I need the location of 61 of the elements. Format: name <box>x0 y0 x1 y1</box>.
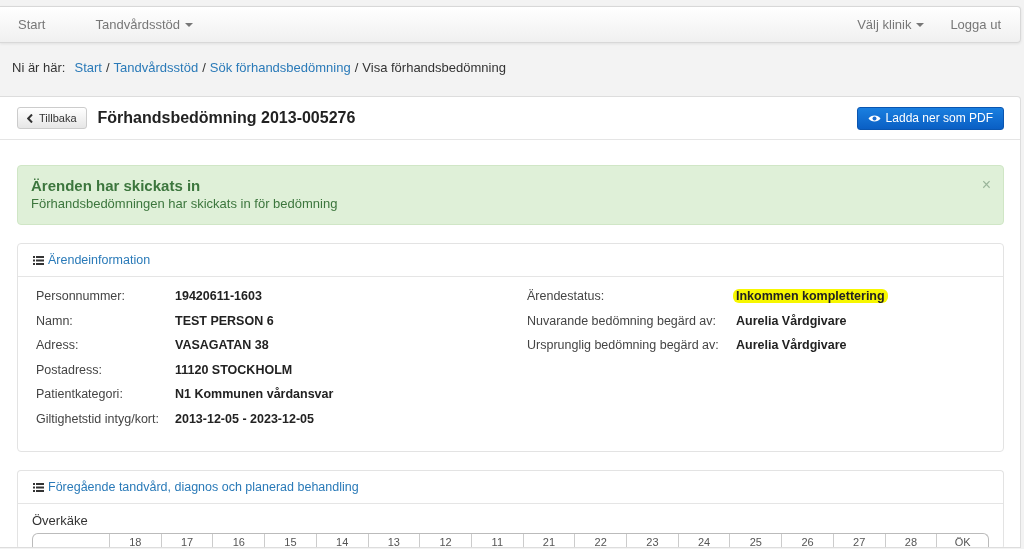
field-label: Postadress: <box>36 362 103 379</box>
eye-icon <box>867 113 881 123</box>
breadcrumb-link[interactable]: Tandvårdsstöd <box>113 60 199 81</box>
panel-title-link[interactable]: Föregående tandvård, diagnos och planerad behandling <box>48 480 359 494</box>
field-value: TEST PERSON 6 <box>175 313 274 328</box>
field-label: Namn: <box>36 313 74 330</box>
column-header: 14 <box>315 534 368 547</box>
caret-icon <box>916 22 925 27</box>
column-header: 28 <box>884 534 937 547</box>
field-value: 2013-12-05 - 2023-12-05 <box>175 411 314 426</box>
field-value: Aurelia Vårdgivare <box>736 338 847 352</box>
column-header: 15 <box>264 534 316 547</box>
breadcrumb-separator: / <box>105 60 110 77</box>
field-label: Giltighetstid intyg/kort: <box>36 411 160 428</box>
list-icon <box>33 255 44 265</box>
dropdown-menu-link[interactable]: Välj klinik <box>857 17 925 32</box>
column-header: 22 <box>574 534 627 547</box>
field-value: VASAGATAN 38 <box>175 338 269 352</box>
chevron-left-icon <box>27 113 33 123</box>
breadcrumb-label: Ni är här: <box>12 60 66 77</box>
column-header: 21 <box>522 534 575 547</box>
field-value: Aurelia Vårdgivare <box>736 313 847 328</box>
breadcrumb-separator: / <box>354 60 359 77</box>
field-value: 19420611-1603 <box>175 289 262 303</box>
back-button[interactable]: Tillbaka <box>17 107 87 129</box>
field-label: Ärendestatus: <box>527 289 606 305</box>
column-header: 26 <box>781 534 833 547</box>
column-header: 12 <box>419 534 471 547</box>
dropdown-menu-link[interactable]: Tandvårdsstöd <box>95 17 194 32</box>
breadcrumb-current: Visa förhandsbedömning <box>362 60 506 77</box>
alert-title: Ärenden har skickats in <box>31 177 202 194</box>
nav-link[interactable]: Start <box>18 17 46 32</box>
field-label: Adress: <box>36 338 80 354</box>
column-header: 13 <box>367 534 420 547</box>
field-value: 11120 STOCKHOLM <box>175 362 293 377</box>
column-header: 25 <box>729 534 782 547</box>
column-header: 16 <box>212 534 265 547</box>
column-header: 18 <box>109 534 161 547</box>
field-label: Ursprunglig bedömning begärd av: <box>527 338 720 354</box>
column-header: 24 <box>677 534 730 547</box>
page-title: Förhandsbedömning 2013-005276 <box>97 109 357 127</box>
breadcrumb-link[interactable]: Sök förhandsbedömning <box>209 60 351 81</box>
list-icon <box>33 482 44 492</box>
caret-icon <box>185 22 194 27</box>
field-label: Personnummer: <box>36 289 126 305</box>
column-header: 27 <box>832 534 885 547</box>
field-value: Inkommen komplettering <box>733 289 888 303</box>
column-header: 23 <box>626 534 678 547</box>
panel-title-link[interactable]: Ärendeinformation <box>48 253 151 267</box>
nav-link[interactable]: Logga ut <box>950 17 1001 32</box>
field-label: Patientkategori: <box>36 387 124 403</box>
column-header: 17 <box>160 534 213 547</box>
field-value: N1 Kommunen vårdansvar <box>175 387 334 401</box>
breadcrumb-separator: / <box>202 60 206 77</box>
download-pdf-button[interactable]: Ladda ner som PDF <box>856 106 1004 130</box>
breadcrumb-link[interactable]: Start <box>74 60 102 81</box>
alert-message: Förhandsbedömningen har skickats in för bedömning <box>31 196 338 211</box>
field-label: Nuvarande bedömning begärd av: <box>527 313 718 330</box>
column-header: ÖK <box>936 534 988 547</box>
column-header: 11 <box>470 534 523 547</box>
jaw-label: Överkäke <box>32 513 89 528</box>
